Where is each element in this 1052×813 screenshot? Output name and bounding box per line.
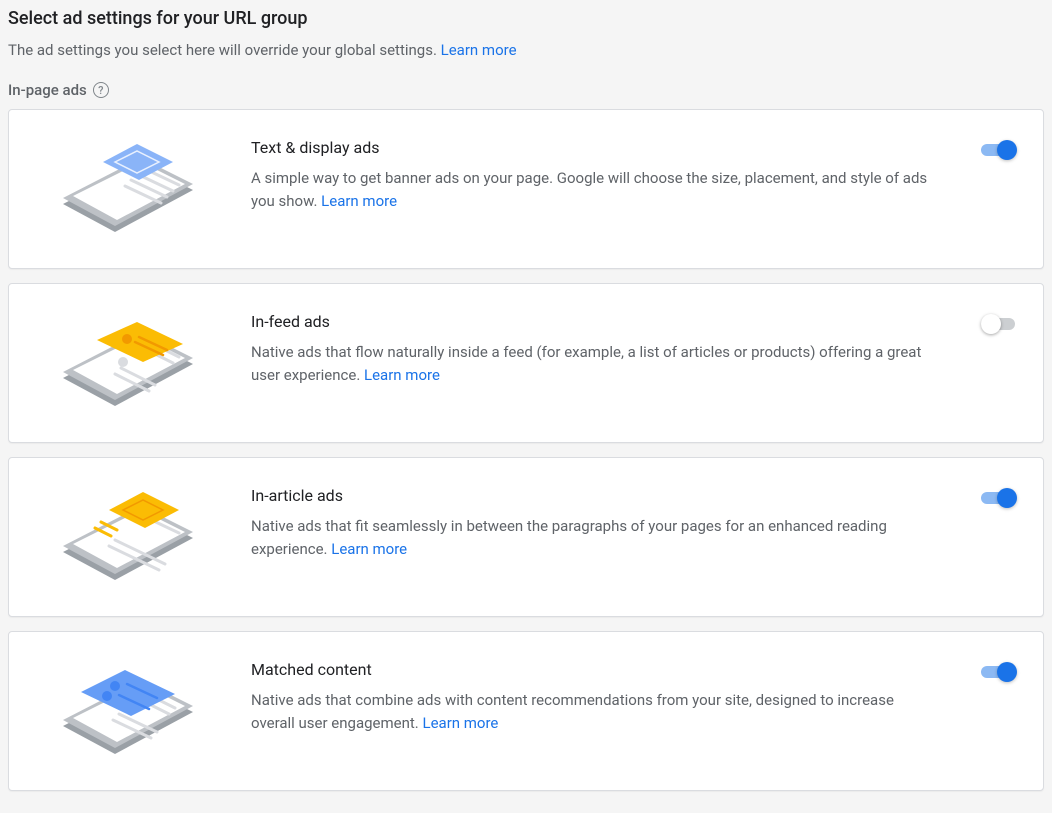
learn-more-link[interactable]: Learn more bbox=[441, 41, 517, 59]
card-text-display-ads: Text & display ads A simple way to get b… bbox=[8, 109, 1044, 269]
in-feed-ads-title: In-feed ads bbox=[251, 312, 933, 331]
section-label-text: In-page ads bbox=[8, 81, 87, 99]
card-matched-content: Matched content Native ads that combine … bbox=[8, 631, 1044, 791]
in-article-ads-learn-more-link[interactable]: Learn more bbox=[331, 540, 407, 558]
in-feed-ads-illustration-icon bbox=[35, 308, 215, 418]
matched-content-toggle[interactable] bbox=[981, 662, 1017, 682]
matched-content-title: Matched content bbox=[251, 660, 933, 679]
matched-content-desc: Native ads that combine ads with content… bbox=[251, 689, 933, 734]
page-subtitle: The ad settings you select here will ove… bbox=[8, 41, 1044, 59]
in-article-ads-desc: Native ads that fit seamlessly in betwee… bbox=[251, 515, 933, 560]
in-article-ads-toggle[interactable] bbox=[981, 488, 1017, 508]
text-display-ads-toggle[interactable] bbox=[981, 140, 1017, 160]
text-display-ads-illustration-icon bbox=[35, 134, 215, 244]
in-feed-ads-learn-more-link[interactable]: Learn more bbox=[364, 366, 440, 384]
in-feed-ads-desc-text: Native ads that flow naturally inside a … bbox=[251, 343, 921, 384]
help-icon[interactable]: ? bbox=[93, 82, 109, 98]
in-article-ads-title: In-article ads bbox=[251, 486, 933, 505]
matched-content-learn-more-link[interactable]: Learn more bbox=[423, 714, 499, 732]
text-display-ads-title: Text & display ads bbox=[251, 138, 933, 157]
text-display-ads-desc: A simple way to get banner ads on your p… bbox=[251, 167, 933, 212]
text-display-ads-learn-more-link[interactable]: Learn more bbox=[321, 192, 397, 210]
in-feed-ads-desc: Native ads that flow naturally inside a … bbox=[251, 341, 933, 386]
page-subtitle-text: The ad settings you select here will ove… bbox=[8, 41, 437, 59]
matched-content-desc-text: Native ads that combine ads with content… bbox=[251, 691, 894, 732]
in-feed-ads-toggle[interactable] bbox=[981, 314, 1017, 334]
card-in-feed-ads: In-feed ads Native ads that flow natural… bbox=[8, 283, 1044, 443]
matched-content-illustration-icon bbox=[35, 656, 215, 766]
section-label: In-page ads ? bbox=[8, 81, 1044, 99]
page-title: Select ad settings for your URL group bbox=[8, 8, 1044, 29]
in-article-ads-illustration-icon bbox=[35, 482, 215, 592]
card-in-article-ads: In-article ads Native ads that fit seaml… bbox=[8, 457, 1044, 617]
